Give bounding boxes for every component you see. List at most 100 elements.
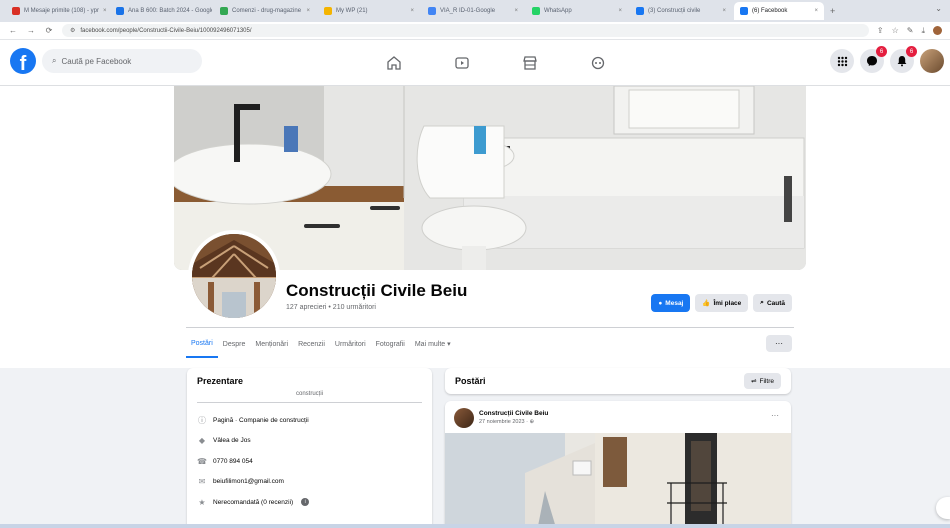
profile-picture[interactable] xyxy=(188,230,280,322)
tab-close-icon[interactable]: × xyxy=(618,8,622,14)
profile-icon[interactable] xyxy=(933,25,942,35)
url-field[interactable]: ⚙ facebook.com/people/Constructii-Civile… xyxy=(62,24,869,37)
intro-phone[interactable]: 0770 894 054 xyxy=(213,458,253,465)
tab-close-icon[interactable]: × xyxy=(410,8,414,14)
tab-posts[interactable]: Postări xyxy=(186,330,218,358)
tab-close-icon[interactable]: × xyxy=(514,8,518,14)
intro-phone-row[interactable]: ☎ 0770 894 054 xyxy=(197,451,422,472)
cover-photo[interactable] xyxy=(174,86,806,270)
tab-label: VIA_R ID-01-Google xyxy=(440,8,496,14)
address-bar-row: ← → ⟳ ⚙ facebook.com/people/Constructii-… xyxy=(0,22,950,40)
tab-favicon-icon xyxy=(532,7,540,15)
browser-tab[interactable]: My WP (21) × xyxy=(318,2,420,20)
intro-category-row: ⓘ Pagină · Companie de construcții xyxy=(197,410,422,431)
search-icon: ⌕ xyxy=(52,56,57,65)
tab-more[interactable]: Mai multe ▾ xyxy=(410,330,456,358)
tab-close-icon[interactable]: × xyxy=(722,8,726,14)
tab-close-icon[interactable]: × xyxy=(814,8,818,14)
intro-rating[interactable]: Nerecomandată (0 recenzii) xyxy=(213,499,293,506)
back-icon[interactable]: ← xyxy=(8,26,18,35)
bookmark-star-icon[interactable]: ☆ xyxy=(892,26,899,36)
tab-favicon-icon xyxy=(220,7,228,15)
tab-reviews[interactable]: Recenzii xyxy=(293,330,330,358)
tab-followers[interactable]: Urmăritori xyxy=(330,330,371,358)
share-icon[interactable]: ⇪ xyxy=(877,26,884,36)
location-icon: ◆ xyxy=(198,436,206,446)
new-tab-button[interactable]: + xyxy=(830,6,835,16)
post-card: Construcții Civile Beiu 27 noiembrie 202… xyxy=(445,401,791,528)
facebook-main-nav xyxy=(360,40,632,86)
browser-tab[interactable]: Comenzi - drug-magazine × xyxy=(214,2,316,20)
thumbs-up-icon: 👍 xyxy=(702,300,711,307)
tab-close-icon[interactable]: × xyxy=(306,8,310,14)
messenger-badge: 6 xyxy=(876,46,887,57)
home-icon[interactable] xyxy=(360,40,428,86)
page-actions: ● Mesaj 👍 Îmi place ⌕ Caută xyxy=(651,294,792,312)
intro-email[interactable]: beiufilimon1@gmail.com xyxy=(213,478,284,485)
download-icon[interactable]: ⤓ xyxy=(921,26,925,36)
tab-label: (6) Facebook xyxy=(752,8,788,14)
tab-favicon-icon xyxy=(428,7,436,15)
intro-location[interactable]: Vâlea de Jos xyxy=(213,437,251,444)
tab-mentions[interactable]: Menționări xyxy=(250,330,293,358)
browser-tab[interactable]: M Mesaje primite (108) - ypr × xyxy=(6,2,108,20)
email-icon: ✉ xyxy=(198,477,206,487)
tab-favicon-icon xyxy=(740,7,748,15)
facebook-header: f ⌕ Caută pe Facebook 6 6 xyxy=(0,40,950,86)
gaming-icon[interactable] xyxy=(564,40,632,86)
info-icon: ⓘ xyxy=(198,415,206,425)
browser-tab[interactable]: (3) Construcții civile × xyxy=(630,2,732,20)
browser-tab-bar: M Mesaje primite (108) - ypr × Ana B 600: … xyxy=(0,0,950,22)
facebook-search-input[interactable]: ⌕ Caută pe Facebook xyxy=(42,49,202,73)
facebook-logo-icon[interactable]: f xyxy=(10,48,36,74)
tab-favicon-icon xyxy=(636,7,644,15)
browser-tab[interactable]: (6) Facebook × xyxy=(734,2,824,20)
like-button-label: Îmi place xyxy=(713,299,742,307)
extensions-icon[interactable]: ✎ xyxy=(907,26,914,36)
video-icon[interactable] xyxy=(428,40,496,86)
post-author[interactable]: Construcții Civile Beiu xyxy=(479,410,548,417)
message-button[interactable]: ● Mesaj xyxy=(651,294,691,312)
page-tabs: Postări Despre Menționări Recenzii Urmăr… xyxy=(186,330,456,358)
tab-close-icon[interactable]: × xyxy=(103,8,107,14)
search-page-button[interactable]: ⌕ Caută xyxy=(753,294,792,312)
intro-location-row[interactable]: ◆ Vâlea de Jos xyxy=(197,431,422,452)
posts-title: Postări xyxy=(455,376,486,386)
tab-photos[interactable]: Fotografii xyxy=(371,330,410,358)
intro-rating-row[interactable]: ★ Nerecomandată (0 recenzii) i xyxy=(197,492,422,513)
menu-grid-icon[interactable] xyxy=(830,49,854,73)
messenger-icon[interactable]: 6 xyxy=(860,46,887,73)
header-divider xyxy=(186,327,794,328)
search-placeholder: Caută pe Facebook xyxy=(61,56,132,66)
tab-label: Ana B 600: Batch 2024 - Google xyxy=(128,8,212,14)
post-date[interactable]: 27 noiembrie 2023 · ⊕ xyxy=(479,419,534,425)
reload-icon[interactable]: ⟳ xyxy=(44,26,54,35)
bottom-strip xyxy=(0,524,950,528)
browser-tab[interactable]: VIA_R ID-01-Google × xyxy=(422,2,524,20)
site-info-icon[interactable]: ⚙ xyxy=(70,27,75,34)
account-avatar[interactable] xyxy=(920,49,944,73)
browser-tab[interactable]: WhatsApp × xyxy=(526,2,628,20)
intro-title: Prezentare xyxy=(197,376,244,386)
search-page-button-label: Caută xyxy=(766,299,785,307)
notifications-icon[interactable]: 6 xyxy=(890,46,917,73)
tab-about[interactable]: Despre xyxy=(218,330,251,358)
like-button[interactable]: 👍 Îmi place xyxy=(695,294,749,312)
rating-info-icon[interactable]: i xyxy=(301,498,310,507)
page-stats[interactable]: 127 aprecieri • 210 urmăritori xyxy=(286,304,376,311)
more-options-button[interactable]: ··· xyxy=(766,335,792,352)
scroll-side-button[interactable] xyxy=(936,497,950,519)
post-date-text[interactable]: 27 noiembrie 2023 · xyxy=(479,419,529,425)
post-image[interactable] xyxy=(445,433,791,528)
posts-header: Postări ⇌ Filtre xyxy=(445,368,791,394)
post-options-button[interactable]: ··· xyxy=(771,411,779,420)
filters-button[interactable]: ⇌ Filtre xyxy=(744,373,781,389)
post-author-avatar[interactable] xyxy=(454,408,474,428)
marketplace-icon[interactable] xyxy=(496,40,564,86)
intro-email-row[interactable]: ✉ beiufilimon1@gmail.com xyxy=(197,472,422,493)
browser-tab[interactable]: Ana B 600: Batch 2024 - Google× xyxy=(110,2,212,20)
page-title: Construcții Civile Beiu xyxy=(286,281,468,300)
intro-card: Prezentare construcții ⓘ Pagină · Compan… xyxy=(187,368,432,528)
window-controls[interactable]: ⌄ xyxy=(935,4,942,13)
forward-icon[interactable]: → xyxy=(26,26,36,35)
